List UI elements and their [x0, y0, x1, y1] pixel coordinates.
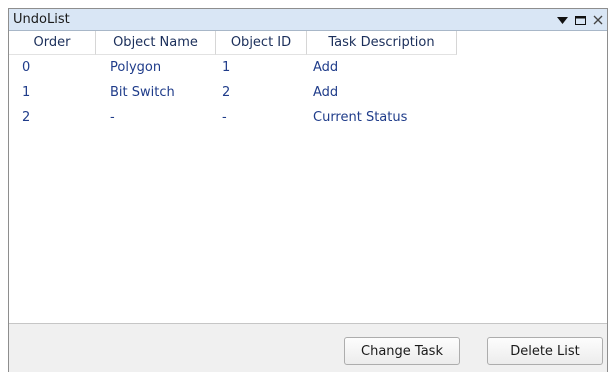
- column-header-task-description[interactable]: Task Description: [307, 31, 457, 55]
- cell-object-name: Bit Switch: [110, 85, 175, 100]
- cell-object-id: 1: [222, 60, 231, 75]
- cell-object-name: -: [110, 110, 115, 125]
- column-header-order[interactable]: Order: [9, 31, 96, 55]
- maximize-icon[interactable]: [573, 13, 587, 27]
- table-row[interactable]: 0 Polygon 1 Add: [9, 55, 607, 80]
- undolist-panel: UndoList Order Object Name Object ID Tas…: [8, 8, 608, 372]
- table-row[interactable]: 2 - - Current Status: [9, 105, 607, 130]
- close-icon[interactable]: [591, 13, 605, 27]
- undo-list[interactable]: Order Object Name Object ID Task Descrip…: [9, 31, 607, 324]
- table-body: 0 Polygon 1 Add 1 Bit Switch 2 Add 2 - -…: [9, 55, 607, 130]
- cell-task-description: Add: [313, 60, 339, 75]
- table-row[interactable]: 1 Bit Switch 2 Add: [9, 80, 607, 105]
- panel-title: UndoList: [13, 12, 70, 27]
- triangle-down-icon[interactable]: [555, 13, 569, 27]
- cell-order: 2: [22, 110, 31, 125]
- panel-titlebar[interactable]: UndoList: [9, 9, 607, 31]
- delete-list-button[interactable]: Delete List: [487, 337, 603, 365]
- column-header-object-name[interactable]: Object Name: [96, 31, 216, 55]
- cell-order: 0: [22, 60, 31, 75]
- cell-task-description: Add: [313, 85, 339, 100]
- titlebar-controls: [555, 11, 605, 29]
- column-header-object-id[interactable]: Object ID: [216, 31, 307, 55]
- cell-order: 1: [22, 85, 31, 100]
- cell-object-id: 2: [222, 85, 231, 100]
- cell-object-name: Polygon: [110, 60, 162, 75]
- cell-task-description: Current Status: [313, 110, 408, 125]
- table-header: Order Object Name Object ID Task Descrip…: [9, 31, 457, 55]
- change-task-button[interactable]: Change Task: [344, 337, 460, 365]
- button-bar: Change Task Delete List: [9, 324, 607, 372]
- cell-object-id: -: [222, 110, 227, 125]
